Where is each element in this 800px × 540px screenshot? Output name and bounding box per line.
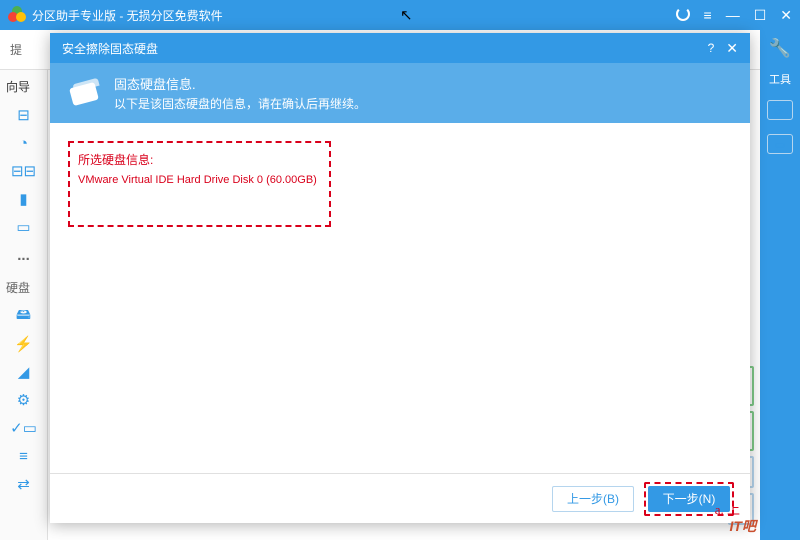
disk-icon[interactable]: ⊟ (12, 103, 36, 127)
flash-icon[interactable]: ⚡ (12, 332, 36, 356)
gear-icon[interactable]: ⚙ (12, 388, 36, 412)
sidebar: 向导 ⊟ ◔ ⊟⊟ ▮ ▭ ... 硬盘 🖴 ⚡ ◢ ⚙ ✓▭ ≡ ⇄ (0, 70, 48, 540)
sd-icon[interactable]: ▮ (12, 187, 36, 211)
bars-icon[interactable]: ≡ (12, 444, 36, 468)
more-icon[interactable]: ... (12, 243, 36, 267)
device-icon[interactable]: ▭ (12, 215, 36, 239)
sidebar-header-wizard: 向导 (0, 70, 47, 99)
sub-toolbar-text: 提 (10, 41, 22, 58)
tool-label: 工具 (769, 71, 791, 87)
erase-icon[interactable]: ◢ (12, 360, 36, 384)
info-value: VMware Virtual IDE Hard Drive Disk 0 (60… (78, 174, 321, 186)
close-button[interactable]: ✕ (780, 7, 792, 24)
watermark: IT吧 (730, 516, 756, 536)
modal-footer: 上一步(B) 下一步(N) (50, 473, 750, 523)
modal-title: 安全擦除固态硬盘 (62, 40, 708, 57)
maximize-button[interactable]: ☐ (754, 7, 767, 24)
toolbar-button-2[interactable]: ▭ (767, 134, 793, 154)
window-controls: ≡ — ☐ ✕ (676, 7, 792, 24)
modal-dialog: 安全擦除固态硬盘 ? ✕ 固态硬盘信息. 以下是该固态硬盘的信息，请在确认后再继… (50, 33, 750, 523)
eraser-icon (68, 77, 100, 109)
wrench-icon[interactable]: 🔧 (769, 38, 791, 59)
minimize-button[interactable]: — (726, 7, 740, 24)
info-label: 所选硬盘信息: (78, 151, 321, 168)
back-button[interactable]: 上一步(B) (552, 486, 634, 512)
right-toolbar: 🔧 工具 ▦◂ ▭ (760, 30, 800, 540)
menu-button[interactable]: ≡ (704, 7, 712, 24)
modal-header: 固态硬盘信息. 以下是该固态硬盘的信息，请在确认后再继续。 (50, 63, 750, 123)
check-icon[interactable]: ✓▭ (12, 416, 36, 440)
modal-body: 所选硬盘信息: VMware Virtual IDE Hard Drive Di… (50, 123, 750, 473)
pie-icon[interactable]: ◔ (12, 131, 36, 155)
modal-header-text: 固态硬盘信息. 以下是该固态硬盘的信息，请在确认后再继续。 (114, 74, 366, 112)
grid-view-button[interactable]: ▦◂ (767, 100, 793, 120)
help-icon[interactable]: ? (708, 41, 715, 55)
modal-header-title: 固态硬盘信息. (114, 74, 366, 93)
disk-info-box: 所选硬盘信息: VMware Virtual IDE Hard Drive Di… (68, 141, 331, 227)
sidebar-header-disk: 硬盘 (0, 271, 47, 300)
app-logo-icon (8, 6, 26, 24)
app-title: 分区助手专业版 - 无损分区免费软件 (32, 7, 676, 24)
cursor-icon: ↖ (400, 6, 413, 24)
swap-icon[interactable]: ⇄ (12, 472, 36, 496)
hdd-icon[interactable]: 🖴 (12, 304, 36, 328)
modal-header-subtitle: 以下是该固态硬盘的信息，请在确认后再继续。 (114, 95, 366, 112)
modal-close-button[interactable]: ✕ (726, 40, 738, 57)
modal-titlebar: 安全擦除固态硬盘 ? ✕ (50, 33, 750, 63)
refresh-icon[interactable] (676, 7, 690, 24)
two-disk-icon[interactable]: ⊟⊟ (12, 159, 36, 183)
